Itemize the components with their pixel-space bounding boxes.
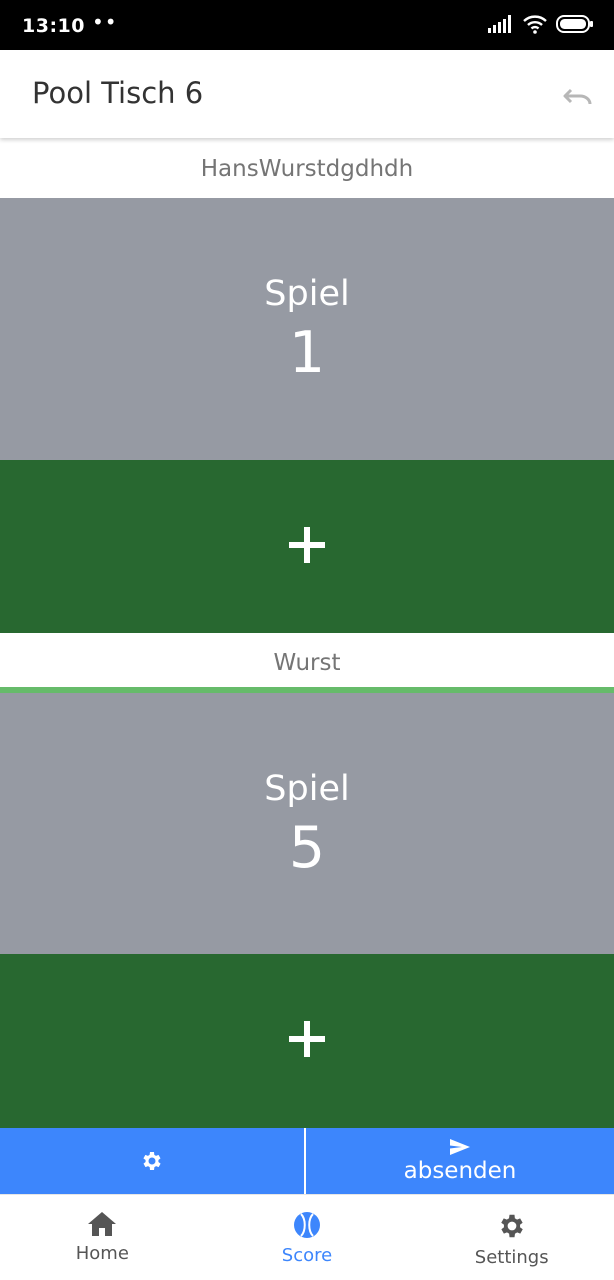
undo-icon: [563, 88, 592, 105]
player2-score-panel: Spiel 5: [0, 693, 614, 954]
app-bar: Pool Tisch 6: [0, 50, 614, 138]
gear-icon: [500, 1214, 523, 1238]
status-icons: [488, 14, 594, 38]
player1-score-label: Spiel: [264, 274, 350, 314]
player1-name: HansWurstdgdhdh: [0, 138, 614, 198]
send-icon: [450, 1139, 470, 1155]
page-title: Pool Tisch 6: [32, 76, 204, 110]
signal-icon: [488, 15, 514, 37]
gear-icon: [143, 1152, 161, 1170]
plus-icon: [287, 525, 327, 569]
notification-dots: ••: [92, 10, 118, 34]
nav-item-score[interactable]: Score: [205, 1195, 410, 1280]
player1-add-point-button[interactable]: [0, 460, 614, 633]
player1-score-value: 1: [288, 320, 326, 386]
player2-score-value: 5: [288, 815, 326, 881]
nav-label-home: Home: [75, 1243, 129, 1264]
player1-score-panel: Spiel 1: [0, 198, 614, 460]
plus-icon: [287, 1019, 327, 1063]
send-button[interactable]: absenden: [306, 1128, 614, 1194]
send-label: absenden: [403, 1158, 517, 1184]
nav-label-settings: Settings: [474, 1247, 549, 1268]
action-bar: absenden: [0, 1128, 614, 1194]
battery-icon: [556, 14, 594, 38]
nav-item-settings[interactable]: Settings: [409, 1195, 614, 1280]
match-settings-button[interactable]: [0, 1128, 306, 1194]
player2-name: Wurst: [0, 633, 614, 689]
status-time: 13:10: [22, 15, 85, 37]
nav-item-home[interactable]: Home: [0, 1195, 205, 1280]
player2-score-label: Spiel: [264, 769, 350, 809]
nav-label-score: Score: [281, 1245, 333, 1266]
ball-icon: [294, 1212, 320, 1238]
undo-button[interactable]: [560, 78, 596, 114]
player2-add-point-button[interactable]: [0, 954, 614, 1128]
home-icon: [88, 1212, 117, 1236]
bottom-nav: Home Score Settings: [0, 1194, 614, 1280]
wifi-icon: [522, 14, 548, 38]
status-bar: 13:10 ••: [0, 0, 614, 50]
